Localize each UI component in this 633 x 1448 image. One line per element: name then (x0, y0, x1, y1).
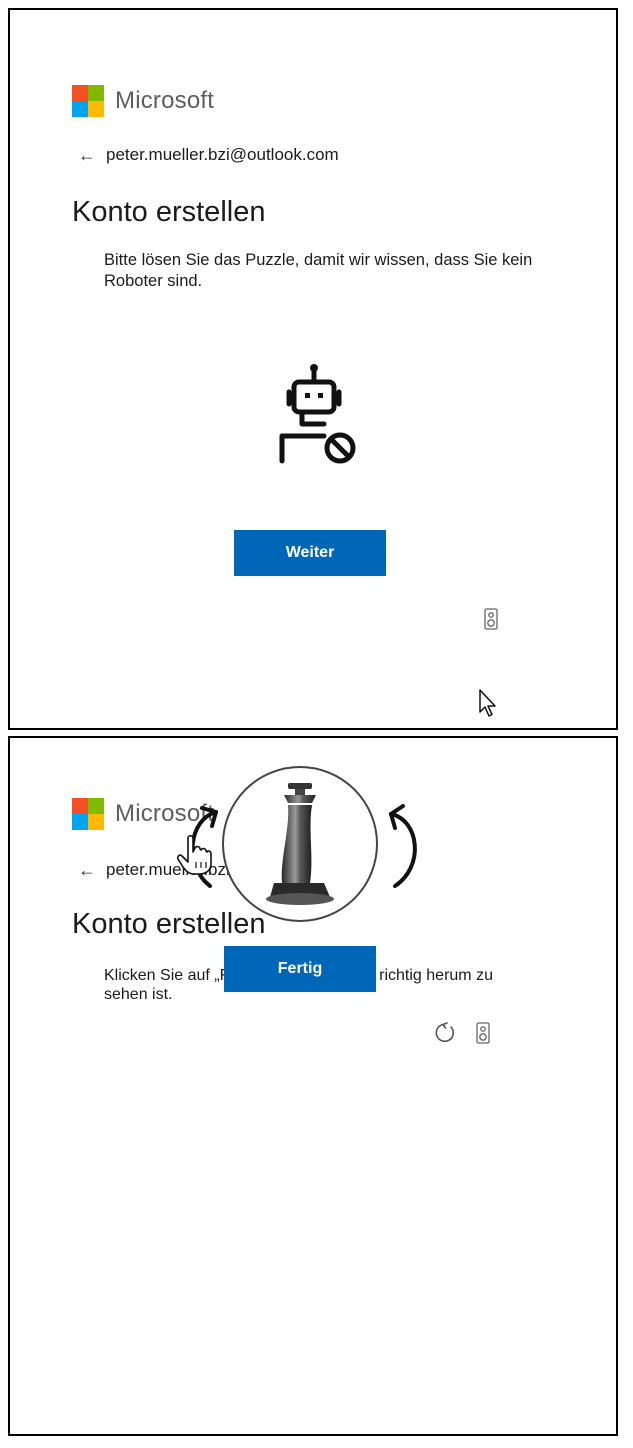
mouse-pointer-icon (479, 689, 496, 717)
microsoft-logo: Microsoft (72, 85, 214, 117)
page-title: Konto erstellen (72, 908, 266, 940)
rotate-right-icon[interactable] (385, 786, 431, 896)
microsoft-logo-icon (72, 85, 104, 117)
rotated-object-image (266, 783, 334, 905)
captcha-intro-panel: Microsoft ← peter.mueller.bzi@outlook.co… (8, 8, 618, 730)
done-button[interactable]: Fertig (224, 946, 376, 992)
back-arrow-icon[interactable]: ← (78, 146, 96, 164)
brand-name: Microsoft (115, 87, 215, 114)
identity-banner[interactable]: ← peter.mueller.bzi@outlook.com (78, 145, 339, 165)
page-title: Konto erstellen (72, 196, 266, 228)
next-button[interactable]: Weiter (234, 530, 386, 576)
hand-pointer-icon (177, 834, 212, 875)
identity-email: peter.mueller.bzi@outlook.com (106, 145, 339, 164)
puzzle-instructions: Bitte lösen Sie das Puzzle, damit wir wi… (104, 251, 533, 290)
audio-icon[interactable] (476, 1022, 490, 1044)
microsoft-logo-icon (72, 798, 104, 830)
audio-icon[interactable] (484, 608, 498, 630)
back-arrow-icon[interactable]: ← (78, 861, 96, 879)
puzzle-image (222, 766, 378, 922)
reload-icon[interactable] (433, 1021, 457, 1045)
robot-blocked-icon (279, 364, 356, 464)
